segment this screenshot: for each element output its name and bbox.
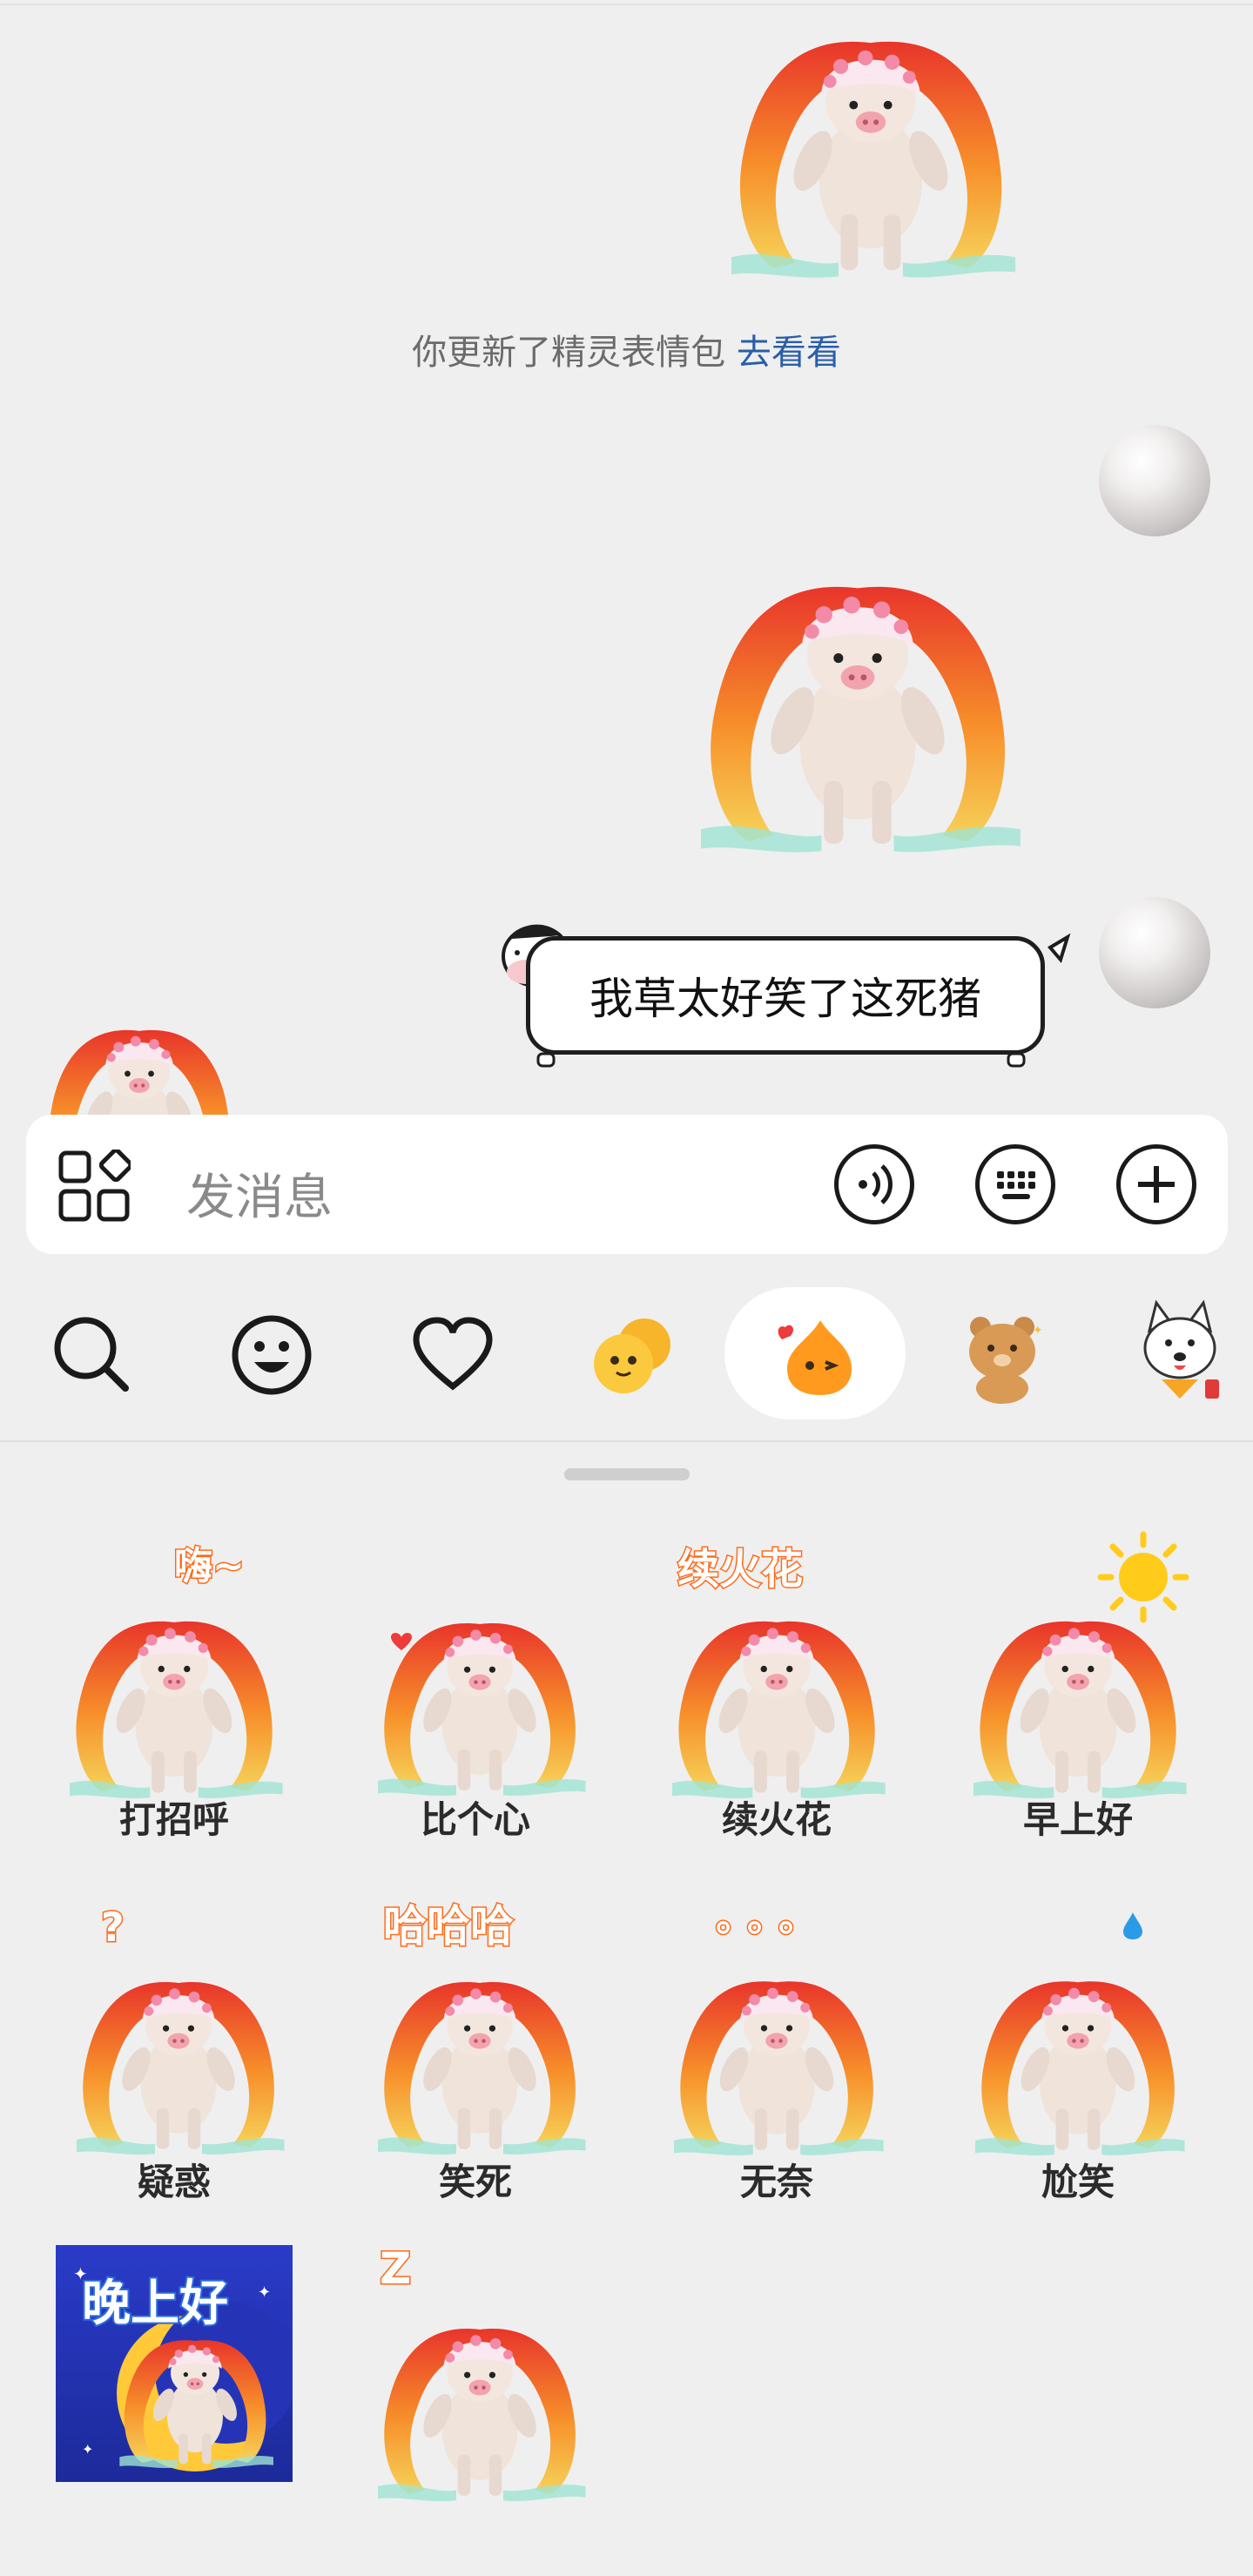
yellow-sprite-icon[interactable] [587, 1310, 677, 1400]
sticker-item[interactable]: 哈哈哈 笑死 [345, 1892, 606, 2222]
avatar[interactable] [1099, 897, 1210, 1008]
plus-icon [1138, 1166, 1175, 1203]
keyboard-icon [997, 1171, 1035, 1199]
search-icon[interactable] [51, 1313, 131, 1393]
pig-sticker-image [52, 1590, 296, 1799]
sticker-item[interactable]: 早上好 [947, 1529, 1209, 1860]
bear-icon[interactable]: ✦ [954, 1308, 1050, 1404]
pig-sticker-image [362, 1951, 597, 2156]
pig-sticker-image [956, 1951, 1200, 2156]
dog-icon[interactable] [1132, 1296, 1228, 1409]
sticker-caption: 续火花 [676, 1544, 804, 1595]
sent-sticker-pig-1[interactable] [670, 0, 1071, 279]
sticker-item[interactable]: ✦ ✦ ✦ 晚上好 [56, 2245, 293, 2482]
emoji-tab-bar: ✦ [0, 1271, 1253, 1437]
sticker-label: 早上好 [1022, 1798, 1133, 1841]
message-bubble[interactable]: 我草太好笑了这死猪 [526, 936, 1045, 1055]
pig-sticker-image [362, 1590, 597, 1799]
sticker-caption: ? [100, 1903, 126, 1952]
sticker-label: 尬笑 [1041, 2161, 1115, 2203]
pig-sticker-image [108, 2315, 282, 2471]
sticker-caption: 哈哈哈 [382, 1900, 515, 1953]
svg-text:✦: ✦ [1033, 1324, 1043, 1338]
add-button[interactable] [1116, 1144, 1196, 1224]
sticker-item[interactable]: ? 疑惑 [44, 1892, 305, 2222]
sticker-item[interactable]: 。。。 无奈 [646, 1892, 907, 2222]
sticker-item[interactable]: 嗨~ 打招呼 [44, 1529, 305, 1860]
keyboard-button[interactable] [975, 1144, 1055, 1224]
orange-sprite-icon[interactable] [770, 1312, 866, 1399]
sticker-item[interactable]: Z [345, 2242, 606, 2576]
svg-text:✦: ✦ [82, 2441, 93, 2458]
pig-sticker-image [362, 2297, 597, 2503]
pig-sticker-image [655, 1590, 899, 1799]
sticker-caption: Z [378, 2242, 412, 2296]
svg-text:✦: ✦ [258, 2283, 271, 2302]
sun-icon [1097, 1531, 1189, 1623]
received-sticker-pig[interactable] [26, 1001, 253, 1115]
notice-link[interactable]: 去看看 [737, 333, 841, 373]
sent-sticker-pig-2[interactable] [644, 540, 1071, 853]
message-input[interactable]: 发消息 [186, 1158, 333, 1229]
heart-icon[interactable] [411, 1315, 495, 1393]
sticker-label: 无奈 [739, 2161, 813, 2203]
sticker-item[interactable]: 续火花 续火花 [646, 1529, 907, 1860]
sticker-label: 续火花 [721, 1798, 832, 1841]
apps-icon[interactable] [57, 1150, 131, 1223]
voice-button[interactable] [834, 1144, 914, 1224]
drag-handle[interactable] [564, 1468, 690, 1480]
sticker-panel: 嗨~ 打招呼 比个心 续火花 续火花 早上好 ? 疑惑 哈哈哈 笑死 。。。 无… [0, 1440, 1253, 2485]
sticker-caption: 晚上好 [80, 2274, 230, 2334]
avatar[interactable] [1099, 425, 1210, 536]
voice-icon [859, 1164, 893, 1204]
sticker-label: 比个心 [420, 1798, 530, 1841]
sweat-drop-icon [1123, 1912, 1142, 1939]
notice-text: 你更新了精灵表情包 [412, 333, 726, 373]
message-input-bar: 发消息 [26, 1115, 1228, 1254]
sticker-label: 疑惑 [137, 2161, 211, 2203]
sticker-label: 打招呼 [118, 1798, 229, 1841]
message-text: 我草太好笑了这死猪 [589, 974, 981, 1024]
smiley-icon[interactable] [230, 1313, 313, 1397]
small-heart-icon [391, 1633, 412, 1650]
sticker-label: 笑死 [438, 2161, 512, 2203]
sticker-caption: 嗨~ [173, 1543, 246, 1590]
sticker-caption: 。。。 [715, 1895, 829, 1942]
chat-area: 你更新了精灵表情包 去看看 我草太好笑了这死猪 [0, 0, 1253, 1115]
sticker-item[interactable]: 尬笑 [947, 1892, 1209, 2222]
pig-sticker-image [61, 1951, 296, 2156]
sticker-update-notice: 你更新了精灵表情包 去看看 [0, 324, 1253, 374]
pig-sticker-image [655, 1951, 899, 2156]
sticker-item[interactable]: 比个心 [345, 1529, 606, 1860]
